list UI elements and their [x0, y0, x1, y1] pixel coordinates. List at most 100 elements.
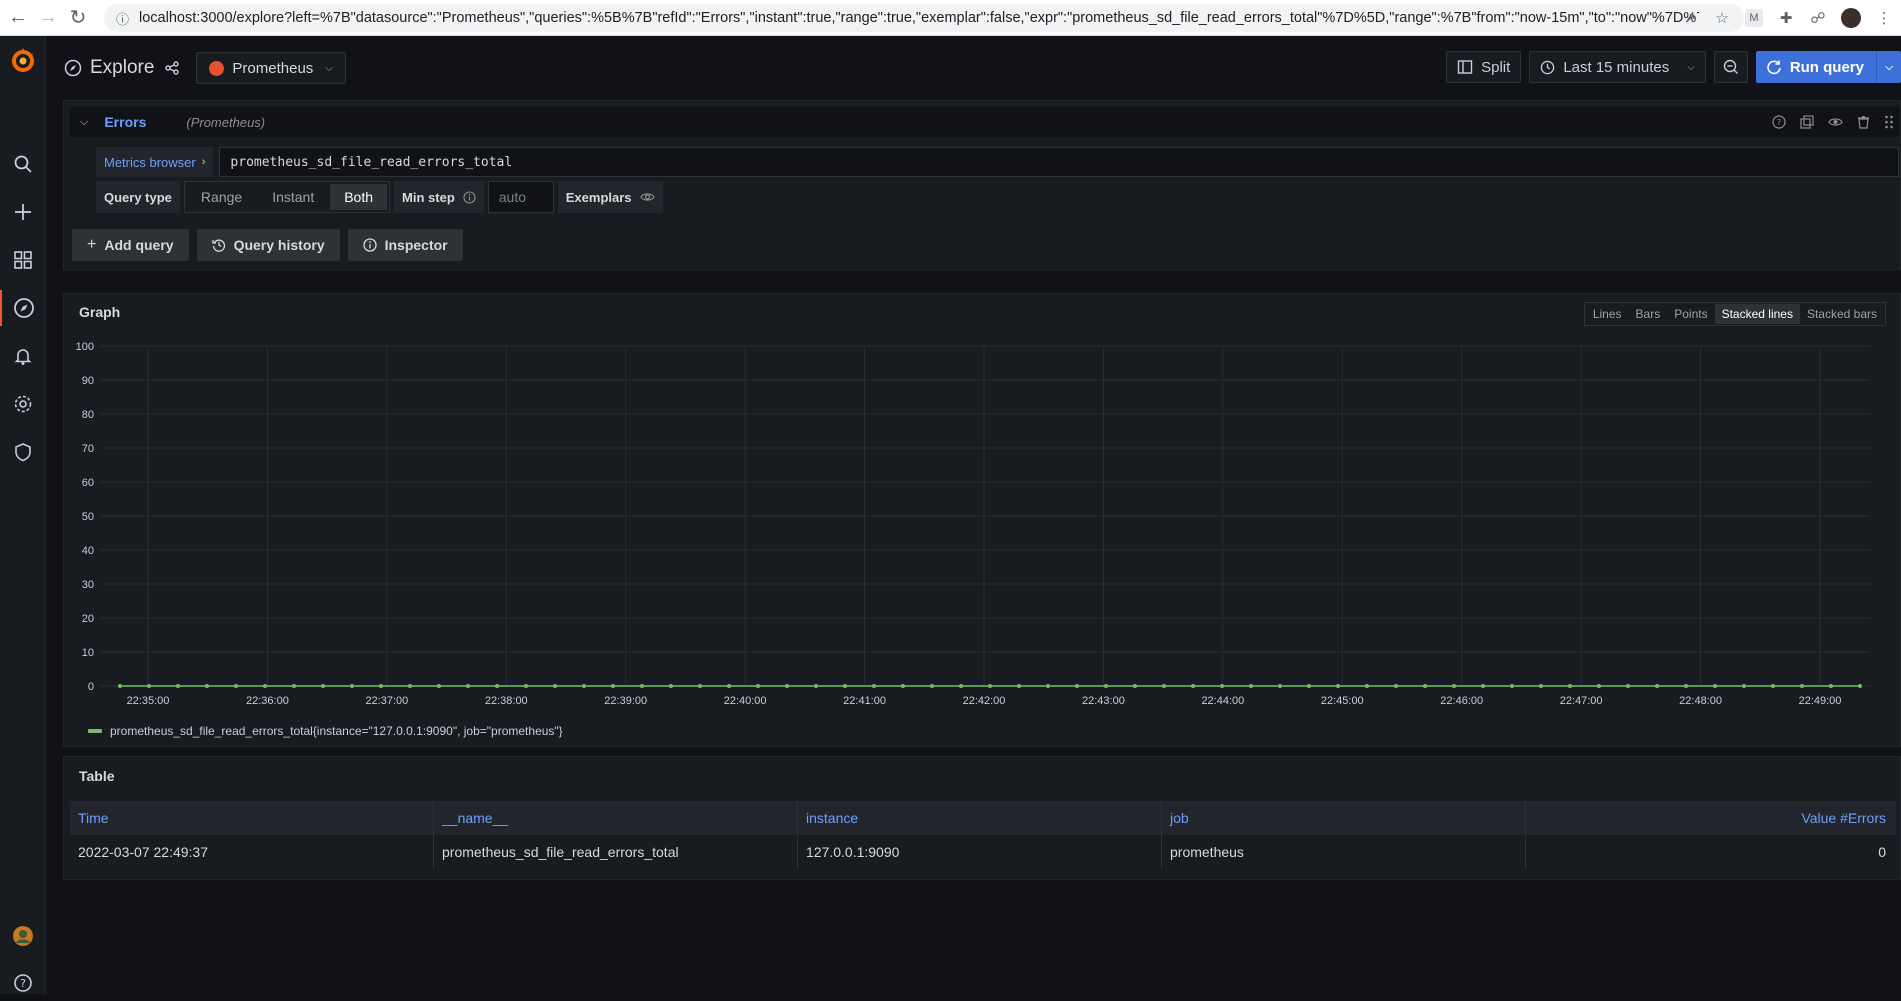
query-expression-input[interactable]: prometheus_sd_file_read_errors_total	[219, 147, 1900, 177]
min-step-input[interactable]: auto	[487, 181, 554, 213]
profile-avatar[interactable]	[1841, 8, 1861, 28]
query-type-instant[interactable]: Instant	[258, 184, 328, 210]
plus-icon	[15, 204, 31, 220]
extension-icon[interactable]: ✚	[1777, 9, 1795, 27]
y-tick-label: 10	[82, 647, 94, 659]
graph-style-radio-group: Lines Bars Points Stacked lines Stacked …	[1583, 302, 1886, 326]
sidebar-item-configuration[interactable]	[0, 386, 46, 422]
sidebar-item-server-admin[interactable]	[0, 434, 46, 470]
explore-compass-icon	[64, 59, 82, 77]
reload-icon[interactable]: ↻	[66, 6, 90, 30]
inspector-button[interactable]: Inspector	[347, 229, 463, 261]
metrics-browser-label: Metrics browser	[104, 154, 196, 170]
series-point	[1104, 684, 1108, 688]
column-header-value[interactable]: Value #Errors	[1526, 801, 1896, 835]
query-editor-panel: ⌵ Errors (Prometheus) ? Metrics browser …	[63, 100, 1901, 270]
sidebar-item-help[interactable]: ?	[0, 965, 46, 1001]
query-type-range[interactable]: Range	[187, 184, 256, 210]
add-query-button[interactable]: + Add query	[72, 229, 189, 261]
series-point	[640, 684, 644, 688]
info-icon[interactable]	[463, 190, 476, 204]
run-query-button[interactable]: Run query ⌵	[1755, 51, 1901, 83]
share-page-icon[interactable]: ↗	[1681, 9, 1699, 27]
viz-option-stacked-lines[interactable]: Stacked lines	[1714, 304, 1800, 324]
sidebar-item-create[interactable]	[0, 194, 46, 230]
x-tick-label: 22:43:00	[1082, 695, 1125, 707]
extension-m-icon[interactable]: M	[1745, 9, 1763, 27]
y-tick-label: 0	[88, 681, 94, 693]
url-text: localhost:3000/explore?left=%7B"datasour…	[139, 10, 1700, 26]
collapse-chevron-icon[interactable]: ⌵	[80, 116, 88, 129]
site-info-icon[interactable]: ⓘ	[116, 9, 129, 28]
viz-option-bars[interactable]: Bars	[1629, 304, 1668, 324]
eye-icon	[639, 193, 655, 201]
series-point	[1307, 684, 1311, 688]
address-bar[interactable]: ⓘ localhost:3000/explore?left=%7B"dataso…	[104, 4, 1744, 32]
column-header-name[interactable]: __name__	[434, 801, 798, 835]
sidebar-item-search[interactable]	[0, 146, 46, 182]
help-icon[interactable]: ?	[1772, 115, 1786, 129]
x-tick-label: 22:36:00	[246, 695, 289, 707]
graph-legend[interactable]: prometheus_sd_file_read_errors_total{ins…	[88, 724, 563, 738]
chevron-down-icon: ⌵	[1687, 61, 1695, 73]
viz-option-lines[interactable]: Lines	[1586, 304, 1629, 324]
grafana-logo[interactable]	[9, 46, 37, 74]
column-header-time[interactable]: Time	[70, 801, 434, 835]
forward-icon[interactable]: →	[36, 6, 60, 30]
sidebar-item-dashboards[interactable]	[0, 242, 46, 278]
eye-icon[interactable]	[1828, 115, 1843, 129]
bell-icon	[14, 349, 32, 365]
drag-handle-icon[interactable]	[1884, 115, 1894, 129]
time-series-chart[interactable]: 0 10 20 30 40 50 60 70 80 90 100 22:35:00 22:36:00 22…	[64, 334, 1900, 719]
time-range-picker[interactable]: Last 15 minutes ⌵	[1529, 51, 1706, 83]
y-tick-label: 40	[82, 545, 94, 557]
x-tick-label: 22:38:00	[485, 695, 528, 707]
query-type-radio-group: Range Instant Both	[183, 181, 391, 213]
query-ref-id[interactable]: Errors	[104, 114, 146, 130]
viz-option-stacked-bars[interactable]: Stacked bars	[1800, 304, 1884, 324]
query-type-both[interactable]: Both	[330, 184, 388, 210]
metrics-browser-button[interactable]: Metrics browser ›	[96, 147, 214, 177]
datasource-picker[interactable]: Prometheus ⌵	[196, 52, 346, 84]
share-icon[interactable]	[164, 60, 180, 76]
column-header-job[interactable]: job	[1162, 801, 1526, 835]
run-query-label: Run query	[1789, 58, 1864, 76]
exemplars-toggle[interactable]: Exemplars	[557, 181, 663, 213]
x-tick-label: 22:47:00	[1560, 695, 1603, 707]
legend-series-label: prometheus_sd_file_read_errors_total{ins…	[110, 724, 563, 738]
bookmark-star-icon[interactable]: ☆	[1713, 9, 1731, 27]
browser-toolbar: ← → ↻ ⓘ localhost:3000/explore?left=%7B"…	[0, 0, 1901, 36]
search-icon	[14, 155, 32, 173]
sidebar-item-alerting[interactable]	[0, 338, 46, 374]
refresh-interval-dropdown[interactable]: ⌵	[1877, 51, 1901, 83]
series-point	[814, 684, 818, 688]
zoom-out-button[interactable]	[1713, 51, 1748, 83]
chevron-down-icon: ⌵	[325, 62, 333, 74]
sidebar-item-explore[interactable]	[0, 290, 46, 326]
x-tick-label: 22:37:00	[365, 695, 408, 707]
viz-option-points[interactable]: Points	[1667, 304, 1714, 324]
series-point	[1017, 684, 1021, 688]
series-point	[1510, 684, 1514, 688]
series-point	[321, 684, 325, 688]
refresh-icon	[1767, 60, 1781, 75]
legend-color-swatch	[88, 729, 102, 733]
query-history-button[interactable]: Query history	[196, 229, 340, 261]
query-type-label: Query type	[96, 181, 180, 213]
column-header-instance[interactable]: instance	[798, 801, 1162, 835]
sidebar-item-profile[interactable]	[0, 918, 46, 954]
split-button[interactable]: Split	[1446, 51, 1522, 83]
query-history-label: Query history	[233, 237, 325, 253]
series-point	[1829, 684, 1833, 688]
series-point	[698, 684, 702, 688]
menu-kebab-icon[interactable]: ⋮	[1875, 9, 1893, 27]
series-point	[1568, 684, 1572, 688]
duplicate-icon[interactable]	[1800, 115, 1814, 129]
puzzle-icon[interactable]: ☍	[1809, 9, 1827, 27]
back-icon[interactable]: ←	[6, 6, 30, 30]
user-avatar	[13, 926, 33, 946]
series-point	[1220, 684, 1224, 688]
series-point	[234, 684, 238, 688]
series-point	[1655, 684, 1659, 688]
trash-icon[interactable]	[1857, 115, 1870, 129]
